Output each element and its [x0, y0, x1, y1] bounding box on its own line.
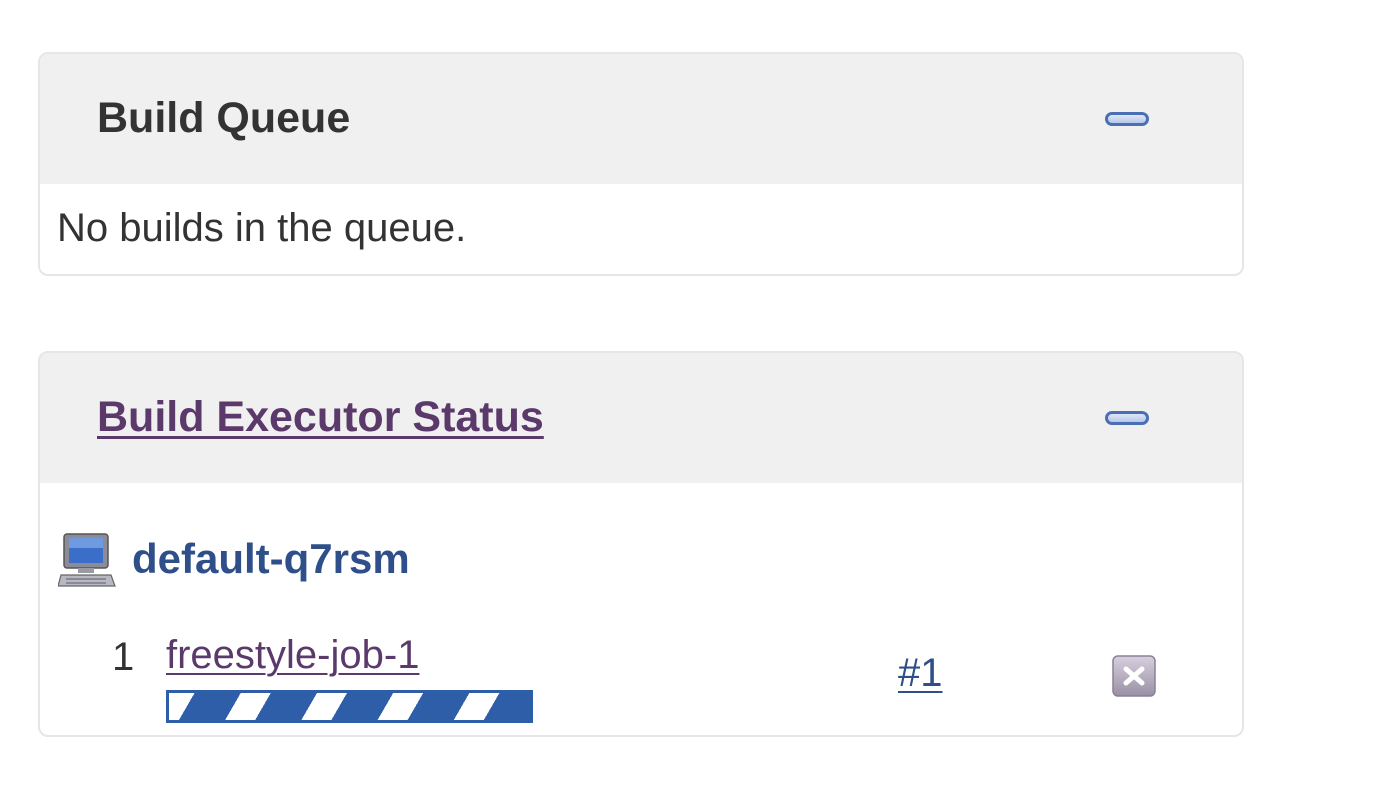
stop-build-button[interactable] — [1111, 654, 1157, 698]
executor-status-title-link[interactable]: Build Executor Status — [97, 391, 544, 443]
build-queue-header: Build Queue — [40, 54, 1242, 184]
build-progress-fill — [169, 693, 530, 720]
node-link[interactable]: default-q7rsm — [132, 533, 410, 585]
build-number-link[interactable]: #1 — [898, 649, 943, 697]
build-progress-bar[interactable] — [166, 690, 533, 723]
build-queue-pane: Build Queue No builds in the queue. — [38, 52, 1244, 276]
executor-status-pane: Build Executor Status default-q7rsm 1 fr… — [38, 351, 1244, 737]
build-queue-empty-message: No builds in the queue. — [57, 206, 467, 250]
executor-status-header: Build Executor Status — [40, 353, 1242, 483]
collapse-executor-status-button[interactable] — [1105, 411, 1149, 425]
collapse-build-queue-button[interactable] — [1105, 112, 1149, 126]
computer-icon — [58, 533, 116, 587]
build-queue-title: Build Queue — [97, 94, 351, 142]
job-link[interactable]: freestyle-job-1 — [166, 631, 419, 679]
executor-number: 1 — [112, 635, 135, 679]
